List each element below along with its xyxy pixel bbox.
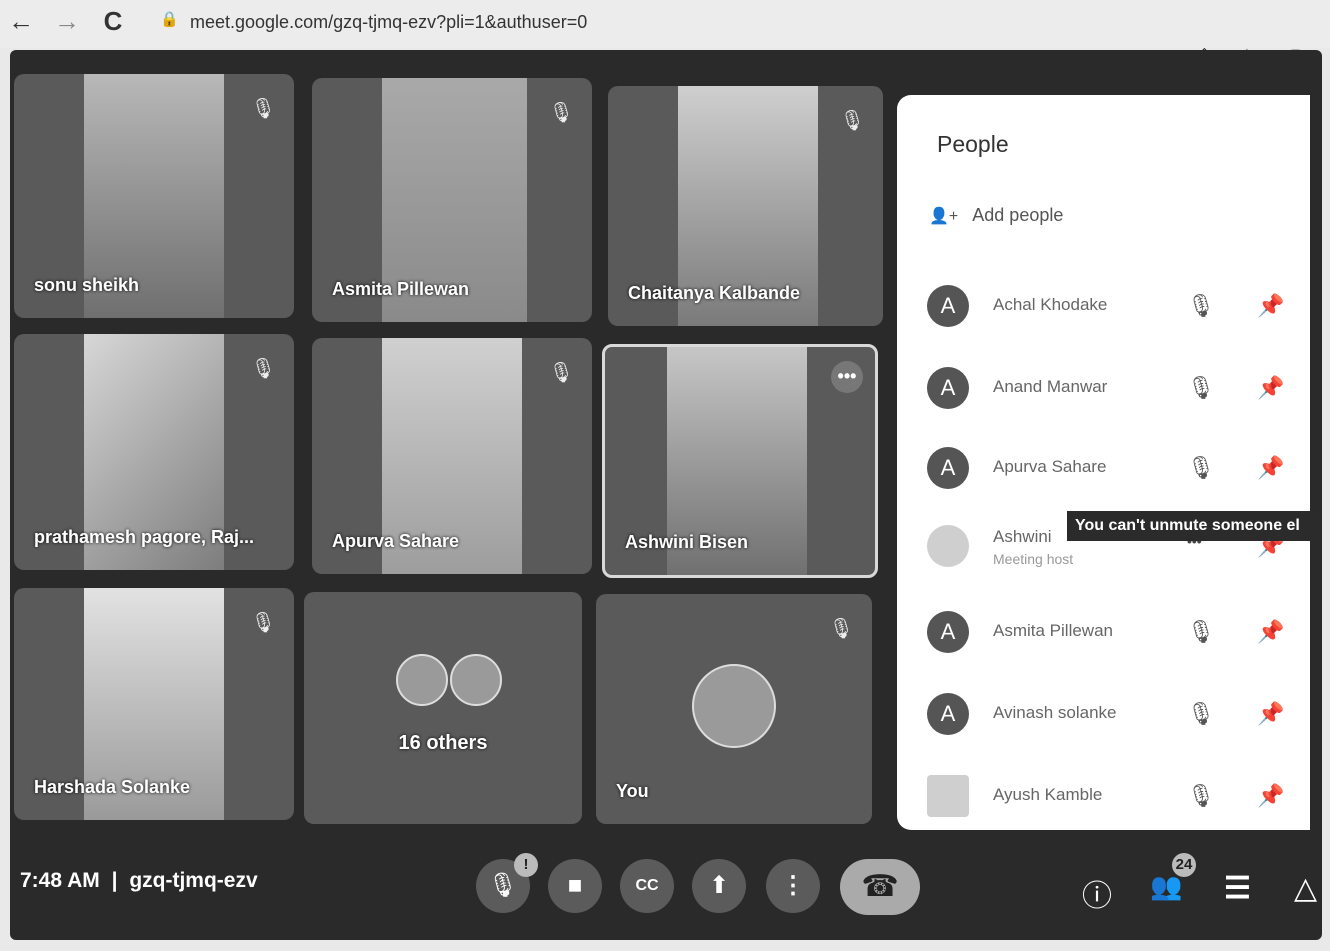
camera-toggle-button[interactable]: ■ <box>548 859 602 913</box>
more-vert-icon: ⋮ <box>781 872 805 899</box>
add-people-label: Add people <box>972 205 1064 225</box>
people-panel: People 👤+ Add people A Achal Khodake 🎙 📌… <box>897 95 1310 830</box>
bottom-controls: 7:48 AM | gzq-tjmq-ezv 🎙 ! ■ CC ⬆ ⋮ ☎ ⓘ … <box>10 845 1322 940</box>
participant-tile[interactable]: 🎙 Apurva Sahare <box>312 338 592 574</box>
more-options-icon[interactable]: ••• <box>831 361 863 393</box>
add-person-icon: 👤+ <box>929 208 959 225</box>
participant-name: Ayush Kamble <box>993 785 1103 804</box>
meeting-code: gzq-tjmq-ezv <box>129 869 258 892</box>
captions-icon: CC <box>635 877 659 894</box>
avatar <box>927 775 969 817</box>
unmute-tooltip: You can't unmute someone el <box>1067 511 1320 541</box>
mic-off-icon: 🎙 <box>487 872 519 899</box>
separator: | <box>111 869 118 892</box>
participant-name: sonu sheikh <box>34 275 140 295</box>
avatar <box>927 525 969 567</box>
back-icon[interactable]: ← <box>6 6 36 36</box>
participant-tile-active[interactable]: ••• Ashwini Bisen <box>602 344 878 578</box>
participant-count-badge: 24 <box>1172 853 1196 877</box>
hangup-icon: ☎ <box>861 870 899 903</box>
forward-icon[interactable]: → <box>52 6 82 36</box>
participant-name: Apurva Sahare <box>993 457 1107 476</box>
add-people-button[interactable]: 👤+ Add people <box>929 205 1063 226</box>
participant-row[interactable]: A Anand Manwar 🎙 📌 <box>897 357 1310 417</box>
participant-name: Chaitanya Kalbande <box>628 283 801 303</box>
mic-off-icon[interactable]: 🎙 <box>1187 455 1215 481</box>
others-count: 16 others <box>398 732 488 754</box>
participant-name: Harshada Solanke <box>34 777 191 797</box>
participant-name: Asmita Pillewan <box>993 621 1113 640</box>
camera-icon: ■ <box>567 872 583 899</box>
participant-tile[interactable]: 🎙 sonu sheikh <box>14 74 294 318</box>
browser-toolbar: ← → C 🔒 meet.google.com/gzq-tjmq-ezv?pli… <box>0 0 1330 48</box>
participant-tile[interactable]: 🎙 Harshada Solanke <box>14 588 294 820</box>
participant-tile[interactable]: 🎙 prathamesh pagore, Raj... <box>14 334 294 570</box>
participant-name: You <box>616 781 649 801</box>
mic-off-icon: 🎙 <box>828 618 854 640</box>
present-icon: ⬆ <box>708 872 730 899</box>
lock-icon[interactable]: 🔒 <box>160 10 179 28</box>
captions-button[interactable]: CC <box>620 859 674 913</box>
participant-row[interactable]: A Asmita Pillewan 🎙 📌 <box>897 601 1310 661</box>
others-tile[interactable]: 16 others <box>304 592 582 824</box>
info-icon[interactable]: ⓘ <box>1082 871 1112 915</box>
avatar: A <box>927 693 969 735</box>
pin-icon[interactable]: 📌 <box>1257 455 1284 481</box>
participant-row[interactable]: A Apurva Sahare 🎙 📌 <box>897 437 1310 497</box>
pin-icon[interactable]: 📌 <box>1257 701 1284 727</box>
mic-off-icon: 🎙 <box>250 358 276 380</box>
participant-tile[interactable]: 🎙 Asmita Pillewan <box>312 78 592 322</box>
host-label: Meeting host <box>993 551 1074 567</box>
pin-icon[interactable]: 📌 <box>1257 375 1284 401</box>
mic-off-icon[interactable]: 🎙 <box>1187 293 1215 319</box>
pin-icon[interactable]: 📌 <box>1257 293 1284 319</box>
others-avatar <box>396 654 448 706</box>
participant-name: Avinash solanke <box>993 703 1117 722</box>
participant-name: Ashwini <box>993 527 1052 546</box>
others-avatar <box>450 654 502 706</box>
address-bar[interactable]: meet.google.com/gzq-tjmq-ezv?pli=1&authu… <box>190 12 587 33</box>
participant-row[interactable]: A Achal Khodake 🎙 📌 <box>897 275 1310 335</box>
participant-tile[interactable]: 🎙 Chaitanya Kalbande <box>608 86 883 326</box>
time-label: 7:48 AM <box>20 869 100 892</box>
participant-name: Achal Khodake <box>993 295 1108 314</box>
avatar: A <box>927 285 969 327</box>
avatar: A <box>927 447 969 489</box>
chat-icon[interactable]: ☰ <box>1224 871 1251 906</box>
self-avatar <box>692 664 776 748</box>
participant-name: Anand Manwar <box>993 377 1108 396</box>
mic-off-icon: 🎙 <box>250 98 276 120</box>
panel-title: People <box>937 131 1009 157</box>
participant-name: Asmita Pillewan <box>332 279 470 299</box>
reload-icon[interactable]: C <box>98 6 128 36</box>
mic-off-icon: 🎙 <box>250 612 276 634</box>
avatar: A <box>927 611 969 653</box>
meeting-clock: 7:48 AM | gzq-tjmq-ezv <box>20 869 258 893</box>
pin-icon[interactable]: 📌 <box>1257 783 1284 809</box>
participant-row[interactable]: A Avinash solanke 🎙 📌 <box>897 683 1310 743</box>
mic-off-icon[interactable]: 🎙 <box>1187 375 1215 401</box>
participant-name: Apurva Sahare <box>332 531 460 551</box>
present-button[interactable]: ⬆ <box>692 859 746 913</box>
mic-off-icon[interactable]: 🎙 <box>1187 783 1215 809</box>
participant-name: prathamesh pagore, Raj... <box>34 527 255 547</box>
mic-off-icon[interactable]: 🎙 <box>1187 619 1215 645</box>
leave-call-button[interactable]: ☎ <box>840 859 920 915</box>
mic-off-icon: 🎙 <box>548 102 574 124</box>
self-tile[interactable]: 🎙 You <box>596 594 872 824</box>
mic-warning-badge: ! <box>514 853 538 877</box>
mic-off-icon: 🎙 <box>839 110 865 132</box>
mic-off-icon[interactable]: 🎙 <box>1187 701 1215 727</box>
more-options-button[interactable]: ⋮ <box>766 859 820 913</box>
avatar: A <box>927 367 969 409</box>
activities-icon[interactable]: △ <box>1294 871 1317 906</box>
participant-row[interactable]: Ayush Kamble 🎙 📌 <box>897 765 1310 825</box>
mic-off-icon: 🎙 <box>548 362 574 384</box>
pin-icon[interactable]: 📌 <box>1257 619 1284 645</box>
participant-name: Ashwini Bisen <box>625 532 749 552</box>
